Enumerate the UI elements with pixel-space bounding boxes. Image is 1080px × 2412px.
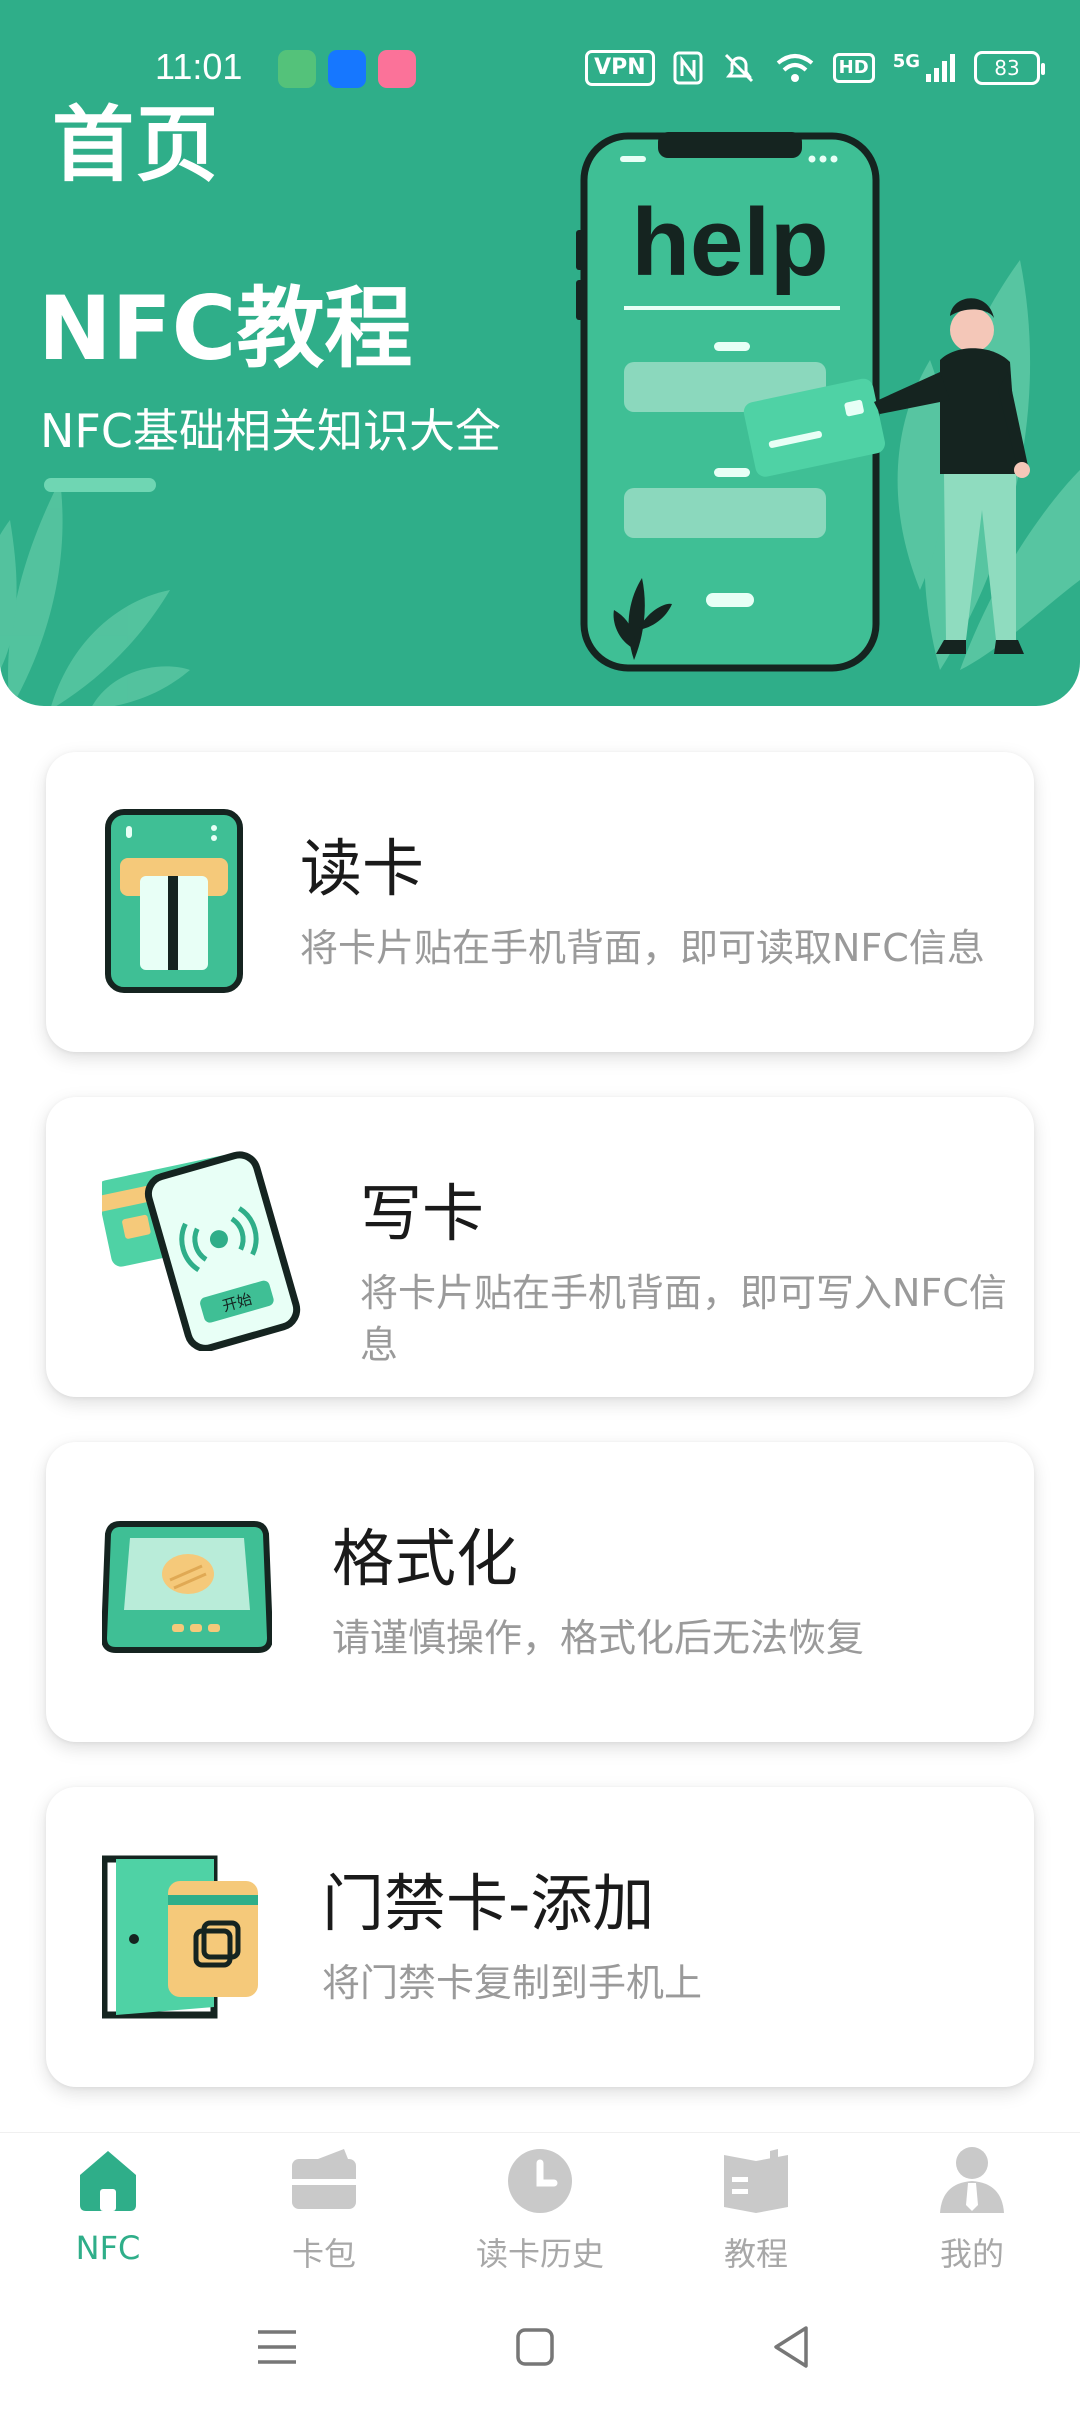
nav-label-history: 读卡历史 [475, 2235, 604, 2273]
book-icon [724, 2149, 788, 2213]
nav-item-nfc[interactable]: NFC [0, 2133, 216, 2283]
access-card-icon [102, 1855, 258, 2019]
nav-item-tutorial[interactable]: 教程 [648, 2133, 864, 2283]
write-card-tile[interactable]: 开始 写卡 将卡片贴在手机背面，即可写入NFC信息 [46, 1097, 1034, 1397]
format-icon [102, 1521, 272, 1653]
menu-icon[interactable] [242, 2312, 312, 2382]
nav-label-wallet: 卡包 [291, 2235, 356, 2273]
hero-subtitle[interactable]: NFC基础相关知识大全 [40, 395, 501, 461]
home-icon [80, 2151, 136, 2211]
read-card-title: 读卡 [300, 832, 425, 905]
mute-icon [724, 53, 753, 83]
nfc-icon [673, 51, 703, 85]
signal-icon [926, 54, 955, 82]
nav-label-profile: 我的 [939, 2235, 1004, 2273]
format-description: 请谨慎操作，格式化后无法恢复 [332, 1616, 865, 1660]
hd-badge: HD [832, 53, 875, 83]
bottom-navigation: NFC 卡包 读卡历史 教程 我的 [0, 2132, 1080, 2282]
read-card-tile[interactable]: 读卡 将卡片贴在手机背面，即可读取NFC信息 [46, 752, 1034, 1052]
back-icon[interactable] [756, 2312, 826, 2382]
format-tile[interactable]: 格式化 请谨慎操作，格式化后无法恢复 [46, 1442, 1034, 1742]
network-type: 5G [892, 50, 920, 72]
vpn-badge: VPN [585, 50, 655, 86]
hero-indicator [44, 478, 156, 492]
bilibili-icon [378, 50, 416, 88]
wifi-icon [776, 54, 813, 82]
android-app-icon [278, 50, 316, 88]
nav-item-wallet[interactable]: 卡包 [216, 2133, 432, 2283]
write-card-title: 写卡 [360, 1177, 485, 1250]
nav-item-history[interactable]: 读卡历史 [432, 2133, 648, 2283]
access-card-add-title: 门禁卡-添加 [322, 1867, 655, 1940]
home-button-icon[interactable] [500, 2312, 570, 2382]
clock-icon [508, 2149, 572, 2213]
system-navigation-bar [0, 2282, 1080, 2412]
read-card-description: 将卡片贴在手机背面，即可读取NFC信息 [300, 926, 985, 970]
nav-label-nfc: NFC [75, 2229, 141, 2267]
hero-banner: 11:01 VPN HD 5G 83 首页 NFC教程 NFC基础相关知识大全 [0, 0, 1080, 706]
user-icon [940, 2147, 1004, 2213]
status-right-group: VPN HD 5G 83 [585, 48, 1045, 88]
page-title: 首页 [52, 98, 221, 193]
nav-item-profile[interactable]: 我的 [864, 2133, 1080, 2283]
read-card-icon [105, 809, 243, 993]
write-card-description: 将卡片贴在手机背面，即可写入NFC信息 [360, 1271, 1007, 1367]
help-illustration-icon: help [576, 132, 1080, 672]
alipay-icon [328, 50, 366, 88]
wallet-icon [292, 2149, 356, 2209]
illustration-help-text: help [631, 189, 828, 296]
access-card-add-description: 将门禁卡复制到手机上 [322, 1961, 703, 2005]
battery-level: 83 [994, 56, 1020, 80]
write-card-icon: 开始 [102, 1151, 301, 1351]
leaf-decoration-icon [0, 480, 190, 706]
hero-title[interactable]: NFC教程 [38, 258, 412, 385]
access-card-add-tile[interactable]: 门禁卡-添加 将门禁卡复制到手机上 [46, 1787, 1034, 2087]
format-title: 格式化 [332, 1522, 519, 1595]
nav-label-tutorial: 教程 [723, 2235, 788, 2273]
battery-indicator: 83 [974, 51, 1045, 85]
